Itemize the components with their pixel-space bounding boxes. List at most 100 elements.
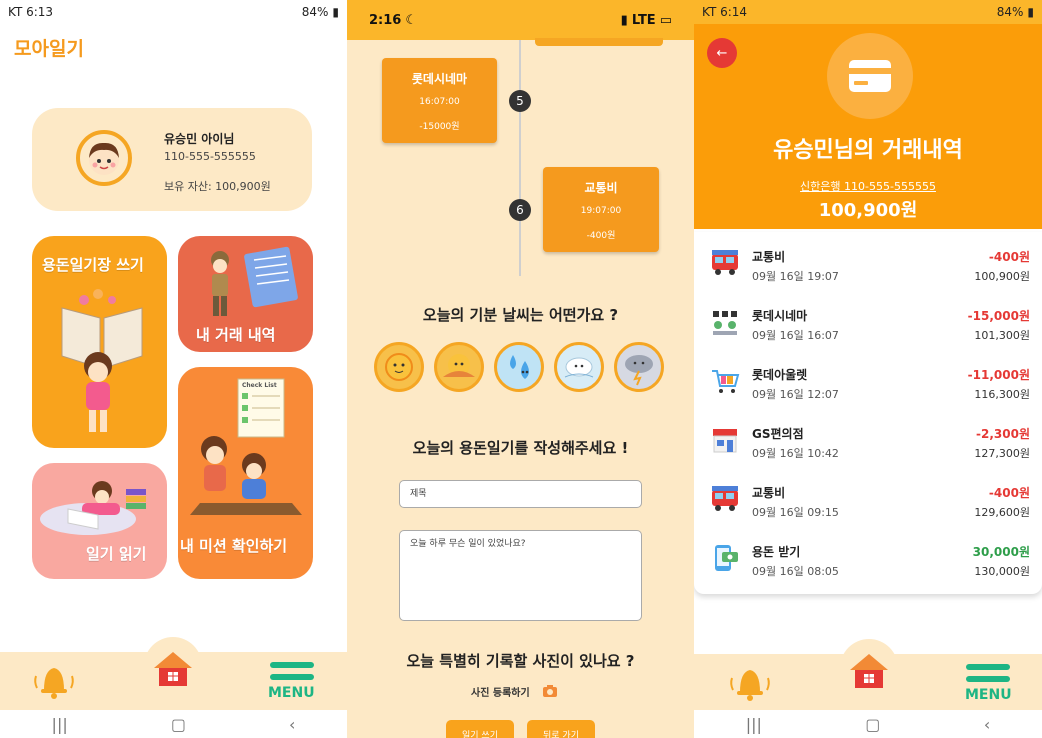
transaction-list: 교통비 09월 16일 19:07 -400원 100,900원 롯데시네마 0… (694, 232, 1042, 594)
back-arrow-icon[interactable]: ← (707, 38, 737, 68)
mobile-money-icon (715, 545, 738, 571)
timeline-title: 교통비 (584, 181, 618, 195)
profile-assets: 보유 자산: 100,900원 (164, 180, 271, 193)
transactions-header: ← 유승민님의 거래내역 신한은행 110-555-555555 100,900… (694, 24, 1042, 229)
status-time: 2:16 (369, 12, 402, 28)
timeline-time: 19:07:00 (580, 206, 622, 216)
home-system-icon[interactable]: ▢ (865, 715, 880, 734)
transaction-amount: -15,000원 (967, 309, 1030, 323)
moon-icon: ☾ (405, 12, 417, 28)
back-system-icon[interactable]: ‹ (289, 715, 295, 734)
transaction-date: 09월 16일 10:42 (752, 447, 839, 460)
menu-button[interactable]: MENU (268, 685, 315, 701)
home-icon[interactable] (150, 646, 196, 692)
signal-icon: ▮ (620, 12, 628, 28)
menu-line-top[interactable] (270, 662, 314, 668)
transaction-name: 교통비 (752, 486, 786, 500)
diary-write-label: 용돈일기장 쓰기 (42, 256, 144, 274)
transaction-balance: 127,300원 (974, 447, 1030, 460)
transactions-card[interactable]: 내 거래 내역 (178, 236, 313, 352)
recent-apps-icon[interactable]: ||| (52, 715, 68, 734)
credit-card-icon (849, 60, 891, 92)
transaction-row[interactable]: 롯데아울렛 09월 16일 12:07 -11,000원 116,300원 (694, 352, 1042, 411)
timeline-time: 16:07:00 (419, 97, 460, 107)
bottom-nav: MENU (0, 637, 347, 710)
back-button[interactable]: 뒤로 가기 (527, 720, 595, 738)
convenience-store-icon (713, 429, 737, 453)
status-bar: KT 6:13 84% ▮ (0, 0, 347, 24)
menu-button[interactable]: MENU (965, 687, 1012, 703)
timeline-card[interactable]: 롯데시네마 16:07:00 -15000원 (382, 58, 497, 143)
bell-icon[interactable] (32, 658, 76, 702)
missions-card[interactable]: Check List 내 미션 확인하기 (178, 367, 313, 579)
sunny-icon[interactable] (374, 342, 424, 392)
explorer-computer-icon (211, 246, 298, 316)
battery-icon: ▮ (332, 5, 339, 19)
timeline-amount: -15000원 (419, 122, 460, 132)
photo-register-label[interactable]: 사진 등록하기 (471, 684, 530, 699)
home-icon[interactable] (846, 648, 892, 694)
timeline-card[interactable]: 교통비 19:07:00 -400원 (543, 167, 659, 252)
status-bar: 2:16 ☾ ▮ LTE ▭ (347, 0, 694, 40)
storm-icon[interactable] (614, 342, 664, 392)
back-system-icon[interactable]: ‹ (984, 715, 990, 734)
transaction-amount: -2,300원 (976, 427, 1030, 441)
photo-question: 오늘 특별히 기록할 사진이 있나요 ? (406, 652, 635, 670)
transactions-screen: KT 6:14 84% ▮ ← 유승민님의 거래내역 신한은행 110-555-5… (694, 0, 1042, 738)
transaction-date: 09월 16일 19:07 (752, 270, 839, 283)
child-face-icon (89, 142, 119, 175)
diary-prompt: 오늘의 용돈일기를 작성해주세요 ! (412, 439, 629, 457)
recent-apps-icon[interactable]: ||| (746, 715, 762, 734)
menu-line-bottom[interactable] (966, 676, 1010, 682)
bus-icon (712, 250, 738, 275)
account-link[interactable]: 신한은행 110-555-555555 (694, 178, 1042, 194)
transaction-amount: -400원 (988, 486, 1030, 500)
transaction-amount: -400원 (988, 250, 1030, 264)
status-bar: KT 6:14 84% ▮ (694, 0, 1042, 24)
timeline-number: 5 (509, 90, 531, 112)
battery-icon: ▮ (1027, 5, 1034, 19)
camera-icon[interactable] (542, 684, 558, 698)
transaction-row[interactable]: 용돈 받기 09월 16일 08:05 30,000원 130,000원 (694, 529, 1042, 588)
kids-checklist-icon: Check List (190, 378, 302, 515)
transaction-date: 09월 16일 08:05 (752, 565, 839, 578)
avatar (76, 130, 132, 186)
wind-icon[interactable] (554, 342, 604, 392)
transaction-row[interactable]: 롯데시네마 09월 16일 16:07 -15,000원 101,300원 (694, 293, 1042, 352)
profile-card[interactable]: 유승민 아이님 110-555-555555 보유 자산: 100,900원 (32, 108, 312, 211)
diary-read-card[interactable]: 일기 읽기 (32, 463, 167, 579)
checklist-heading: Check List (242, 382, 277, 389)
diary-title-input[interactable]: 제목 (399, 480, 642, 508)
profile-account: 110-555-555555 (164, 150, 256, 163)
page-title: 유승민님의 거래내역 (773, 138, 963, 163)
network-type: LTE (631, 12, 656, 28)
write-diary-button[interactable]: 일기 쓰기 (446, 720, 514, 738)
transaction-row[interactable]: GS편의점 09월 16일 10:42 -2,300원 127,300원 (694, 411, 1042, 470)
cinema-icon (713, 311, 737, 335)
home-system-icon[interactable]: ▢ (171, 715, 186, 734)
diary-write-card[interactable]: 용돈일기장 쓰기 (32, 236, 167, 448)
menu-line-top[interactable] (966, 664, 1010, 670)
status-carrier-time: KT 6:14 (702, 5, 748, 19)
diary-body-input[interactable]: 오늘 하루 무슨 일이 있었나요? (399, 530, 642, 621)
girl-lying-reading-icon (40, 481, 146, 535)
bell-icon[interactable] (728, 660, 772, 704)
account-balance: 100,900원 (818, 200, 918, 221)
battery-level: 84% (301, 5, 329, 19)
sunset-icon[interactable] (434, 342, 484, 392)
battery-level: 84% (996, 5, 1024, 19)
menu-line-bottom[interactable] (270, 674, 314, 680)
transaction-date: 09월 16일 16:07 (752, 329, 839, 342)
timeline-line (519, 40, 521, 276)
shopping-cart-icon (712, 370, 740, 393)
girl-reading-icon (61, 289, 143, 432)
home-screen: KT 6:13 84% ▮ 모아일기 유승민 아이님 110-555-555555… (0, 0, 347, 738)
status-carrier-time: KT 6:13 (8, 5, 54, 19)
bottom-nav: MENU (694, 639, 1042, 712)
app-logo: 모아일기 (14, 38, 84, 60)
transaction-row[interactable]: 교통비 09월 16일 09:15 -400원 129,600원 (694, 470, 1042, 529)
transaction-row[interactable]: 교통비 09월 16일 19:07 -400원 100,900원 (694, 234, 1042, 293)
transaction-name: 롯데아울렛 (752, 368, 808, 382)
rain-icon[interactable] (494, 342, 544, 392)
weather-question: 오늘의 기분 날씨는 어떤가요 ? (422, 306, 619, 324)
